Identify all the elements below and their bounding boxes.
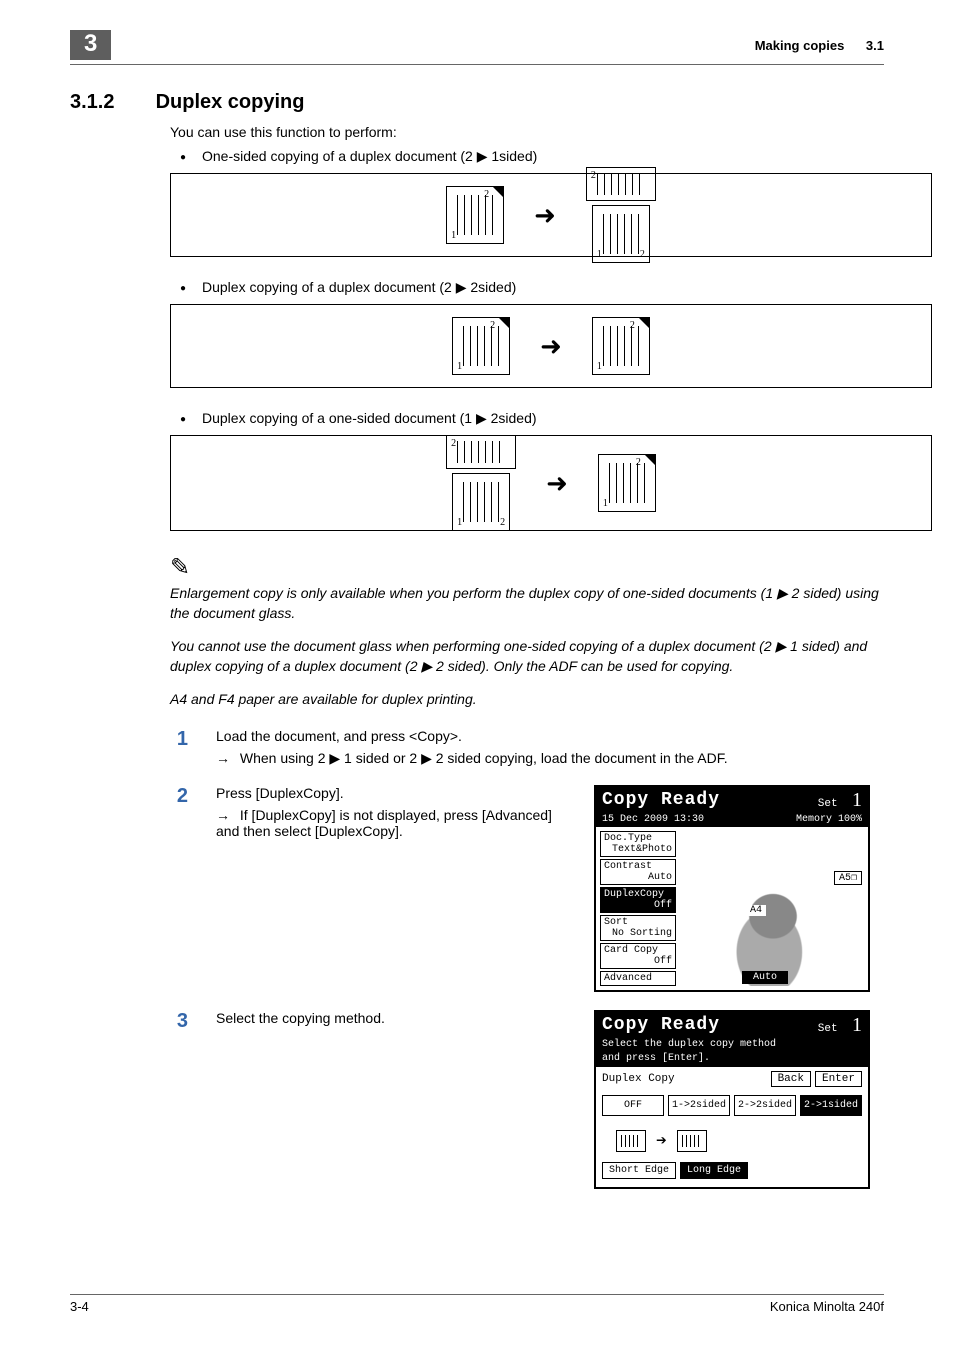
lcd-date: 15 Dec 2009 13:30 xyxy=(602,814,704,825)
page-icon: 1 2 xyxy=(446,186,504,244)
diagram-2to1: 1 2 ➜ 2 1 2 xyxy=(170,173,932,257)
section-heading: 3.1.2 Duplex copying xyxy=(70,91,884,114)
diagram-1to2: 2 1 2 ➜ 1 2 xyxy=(170,435,932,531)
bullet-3: Duplex copying of a one-sided document (… xyxy=(170,410,884,427)
chip-advanced[interactable]: Advanced xyxy=(600,971,676,986)
section-number: 3.1.2 xyxy=(70,91,150,114)
lcd-set: Set xyxy=(818,798,838,810)
mini-page-icon xyxy=(677,1130,707,1152)
lcd-label: Duplex Copy xyxy=(602,1073,675,1085)
label-2: 2 xyxy=(451,438,456,449)
arrow-icon: ➜ xyxy=(534,200,556,231)
label-1: 1 xyxy=(597,361,602,372)
label-2: 2 xyxy=(630,320,635,331)
label-1: 1 xyxy=(457,517,462,528)
back-button[interactable]: Back xyxy=(771,1071,811,1087)
label-2: 2 xyxy=(484,189,489,200)
page-icon: 1 2 xyxy=(598,454,656,512)
arrow-icon: ➜ xyxy=(540,331,562,362)
label-2: 2 xyxy=(490,320,495,331)
step-2: 2 Press [DuplexCopy]. → If [DuplexCopy] … xyxy=(170,785,884,992)
tag-a5: A5❐ xyxy=(834,871,862,885)
page-icon: 1 2 xyxy=(592,317,650,375)
step-1: 1 Load the document, and press <Copy>. →… xyxy=(170,728,884,767)
lcd-copy-ready: Copy Ready Set 1 15 Dec 2009 13:30 Memor… xyxy=(594,785,870,992)
lcd-sub1: Select the duplex copy method xyxy=(596,1039,868,1053)
product-name: Konica Minolta 240f xyxy=(770,1299,884,1314)
page-icon: 1 2 xyxy=(452,317,510,375)
tag-auto[interactable]: Auto xyxy=(742,971,788,984)
substep: → If [DuplexCopy] is not displayed, pres… xyxy=(216,807,566,839)
label-1: 1 xyxy=(597,249,602,260)
page-icon: 1 2 xyxy=(592,205,650,263)
step-text: Load the document, and press <Copy>. xyxy=(216,728,884,744)
lcd-count: 1 xyxy=(852,789,862,811)
lcd-title: Copy Ready xyxy=(602,1015,720,1035)
note-1: Enlargement copy is only available when … xyxy=(170,584,884,623)
note-icon: ✎ xyxy=(170,553,190,582)
step-text: Press [DuplexCopy]. xyxy=(216,785,566,801)
page-footer: 3-4 Konica Minolta 240f xyxy=(70,1294,884,1314)
chip-doctype[interactable]: Doc.TypeText&Photo xyxy=(600,831,676,857)
page-number: 3-4 xyxy=(70,1299,89,1314)
step-number: 2 xyxy=(170,785,188,808)
arrow-icon: → xyxy=(216,807,230,823)
bullet-1: One-sided copying of a duplex document (… xyxy=(170,148,884,165)
opt-short-edge[interactable]: Short Edge xyxy=(602,1162,676,1179)
arrow-icon: ➔ xyxy=(656,1130,667,1152)
lcd-title: Copy Ready xyxy=(602,790,720,810)
label-2: 2 xyxy=(500,517,505,528)
lcd-memory-label: Memory xyxy=(796,814,832,825)
tag-a4: A4 xyxy=(746,905,766,916)
section-title: Duplex copying xyxy=(156,91,305,113)
chapter-section: 3.1 xyxy=(866,38,884,53)
chip-contrast[interactable]: ContrastAuto xyxy=(600,859,676,885)
opt-2to2[interactable]: 2->2sided xyxy=(734,1095,796,1116)
label-2: 2 xyxy=(636,457,641,468)
arrow-icon: → xyxy=(216,750,230,766)
substep-text: When using 2 ▶ 1 sided or 2 ▶ 2 sided co… xyxy=(240,750,728,766)
page-icon: 2 xyxy=(446,435,516,469)
label-1: 1 xyxy=(457,361,462,372)
lcd-set: Set xyxy=(818,1023,838,1035)
label-2: 2 xyxy=(640,249,645,260)
lcd-sub2: and press [Enter]. xyxy=(596,1053,868,1067)
step-text: Select the copying method. xyxy=(216,1010,566,1026)
label-2: 2 xyxy=(591,170,596,181)
arrow-icon: ➜ xyxy=(546,468,568,499)
label-1: 1 xyxy=(603,498,608,509)
note-2: You cannot use the document glass when p… xyxy=(170,637,884,676)
chip-duplexcopy[interactable]: DuplexCopyOff xyxy=(600,887,676,913)
opt-2to1[interactable]: 2->1sided xyxy=(800,1095,862,1116)
page-header: 3 Making copies 3.1 xyxy=(70,30,884,65)
page-icon: 1 2 xyxy=(452,473,510,531)
step-3: 3 Select the copying method. Copy Ready … xyxy=(170,1010,884,1189)
step-number: 1 xyxy=(170,728,188,751)
substep-text: If [DuplexCopy] is not displayed, press … xyxy=(216,807,552,839)
lcd-duplex-select: Copy Ready Set 1 Select the duplex copy … xyxy=(594,1010,870,1189)
chapter-title-text: Making copies xyxy=(755,38,845,53)
lcd-memory-pct: 100% xyxy=(838,814,862,825)
mini-page-icon xyxy=(616,1130,646,1152)
enter-button[interactable]: Enter xyxy=(815,1071,862,1087)
intro-text: You can use this function to perform: xyxy=(170,124,884,140)
lcd-transform-graphic: ➔ xyxy=(596,1124,868,1162)
chip-cardcopy[interactable]: Card CopyOff xyxy=(600,943,676,969)
opt-off[interactable]: OFF xyxy=(602,1095,664,1116)
bullet-2: Duplex copying of a duplex document (2 ▶… xyxy=(170,279,884,296)
label-1: 1 xyxy=(451,230,456,241)
diagram-2to2: 1 2 ➜ 1 2 xyxy=(170,304,932,388)
page-icon: 2 xyxy=(586,167,656,201)
lcd-preview: A5❐ A4 Auto xyxy=(682,831,864,986)
step-number: 3 xyxy=(170,1010,188,1033)
opt-long-edge[interactable]: Long Edge xyxy=(680,1162,748,1179)
substep: → When using 2 ▶ 1 sided or 2 ▶ 2 sided … xyxy=(216,750,884,767)
chapter-tab: 3 xyxy=(70,30,111,60)
lcd-count: 1 xyxy=(852,1014,862,1036)
chapter-title: Making copies 3.1 xyxy=(755,38,884,53)
chip-sort[interactable]: SortNo Sorting xyxy=(600,915,676,941)
opt-1to2[interactable]: 1->2sided xyxy=(668,1095,730,1116)
note-3: A4 and F4 paper are available for duplex… xyxy=(170,690,884,710)
